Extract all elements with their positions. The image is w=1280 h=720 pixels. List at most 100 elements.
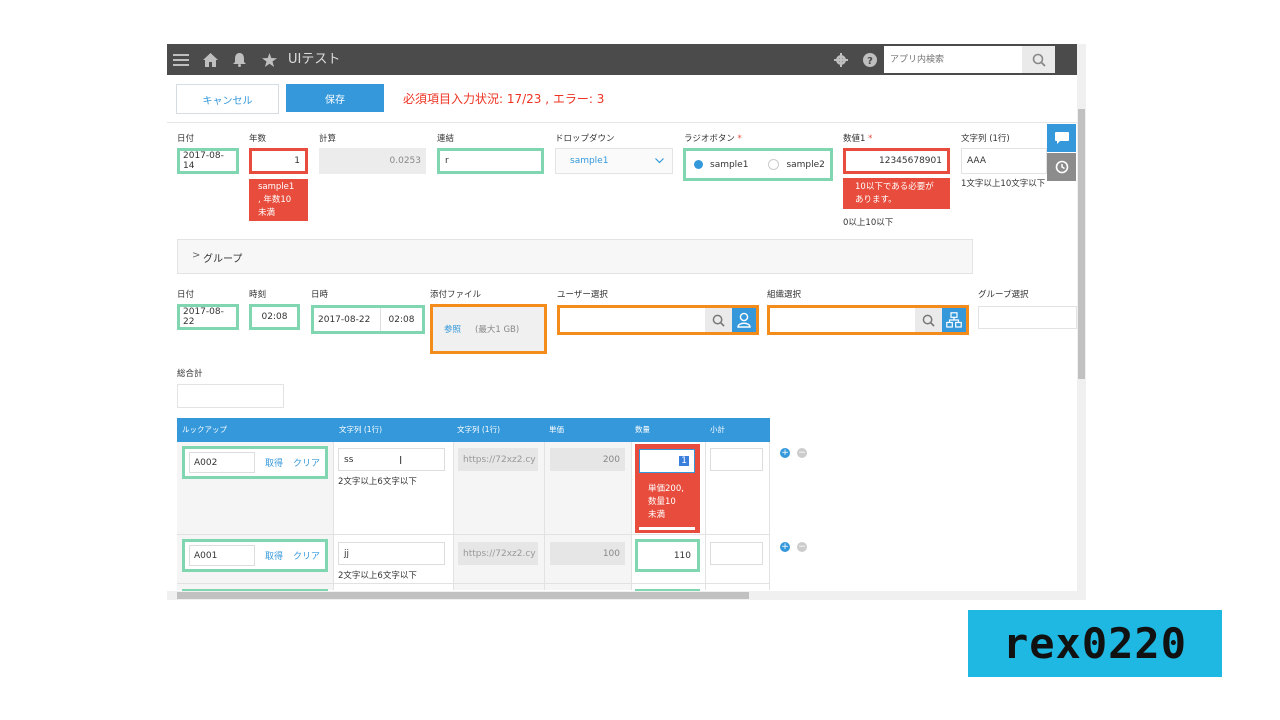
table-row-1-qty-error: 単価200, 数量10 未満 [648, 484, 684, 520]
table-row-1-string1-hint: 2文字以上6文字以下 [338, 477, 417, 487]
subtable-header: ルックアップ 文字列 (1行) 文字列 (1行) 単価 数量 小計 [177, 418, 770, 442]
user-picker-button[interactable] [732, 308, 756, 332]
date-field[interactable]: 2017-08-14 [177, 148, 239, 174]
save-button[interactable]: 保存 [286, 84, 384, 112]
group-label: グループ [203, 254, 243, 265]
datetime-time: 02:08 [388, 314, 415, 325]
link-field[interactable]: r [437, 148, 544, 174]
scrollbar-thumb[interactable] [177, 592, 749, 599]
bell-icon[interactable] [229, 44, 249, 75]
lookup-input[interactable]: A002 [189, 452, 255, 473]
table-row-1-subtotal [710, 448, 763, 471]
radio-option-sample1[interactable]: sample1 [694, 160, 748, 170]
add-row-icon[interactable]: + [780, 542, 790, 552]
search-icon [1032, 53, 1046, 67]
home-icon[interactable] [200, 44, 220, 75]
date2-value: 2017-08-22 [180, 307, 236, 327]
chevron-right-icon: > [192, 250, 201, 261]
search-icon [922, 314, 935, 327]
string-field[interactable]: AAA [961, 148, 1047, 174]
menu-icon[interactable] [171, 44, 191, 75]
string-label: 文字列 (1行) [961, 134, 1010, 144]
group-select-field[interactable] [978, 306, 1077, 329]
org-picker-button[interactable] [942, 308, 966, 332]
lookup-input[interactable]: A001 [189, 545, 255, 566]
lookup-clear-link[interactable]: クリア [293, 549, 320, 562]
dropdown-select[interactable]: sample1 [555, 148, 673, 174]
org-search-button[interactable] [915, 308, 942, 332]
gear-icon[interactable] [832, 44, 850, 75]
horizontal-scrollbar[interactable] [167, 591, 1077, 600]
date-value: 2017-08-14 [180, 151, 236, 171]
app-window: UIテスト ? キャンセル 保存 必須項目入力状況: 17/23 , エラー: … [167, 44, 1086, 600]
scrollbar-thumb[interactable] [1078, 109, 1085, 379]
user-select-input[interactable] [560, 308, 705, 332]
search-button[interactable] [1022, 46, 1055, 73]
comment-icon [1054, 132, 1069, 144]
attach-browse-link[interactable]: 参照 [444, 323, 461, 335]
time-value: 02:08 [252, 307, 297, 327]
num1-value: 12345678901 [846, 151, 947, 171]
table-row-2-string1[interactable]: jj [338, 542, 445, 565]
datetime-field[interactable]: 2017-08-22 02:08 [311, 305, 425, 334]
attach-label: 添付ファイル [430, 290, 482, 300]
remove-row-icon[interactable]: − [797, 542, 807, 552]
user-select-field[interactable] [557, 305, 759, 335]
years-error: sample1 , 年数10 未満 [249, 179, 308, 221]
lookup-get-link[interactable]: 取得 [265, 549, 283, 562]
search-input[interactable] [884, 46, 1022, 73]
table-row-2-string2: https://72xz2.cy [458, 542, 538, 565]
attach-limit: (最大1 GB) [475, 325, 520, 335]
radio-selected-icon [694, 160, 703, 169]
user-select-label: ユーザー選択 [557, 290, 608, 300]
calc-field: 0.0253 [319, 148, 426, 174]
remove-row-icon[interactable]: − [797, 448, 807, 458]
comment-button[interactable] [1047, 124, 1076, 152]
add-row-icon[interactable]: + [780, 448, 790, 458]
table-row-2-qty[interactable]: 110 [635, 539, 700, 572]
history-button[interactable] [1047, 153, 1076, 181]
col-header-string1: 文字列 (1行) [339, 425, 383, 434]
radio-option-sample2[interactable]: sample2 [768, 159, 825, 170]
table-row-2-price: 100 [550, 542, 625, 565]
cancel-button[interactable]: キャンセル [176, 84, 279, 114]
table-row-1-string1[interactable]: ss I [338, 448, 445, 471]
dropdown-value: sample1 [570, 156, 609, 166]
group-section[interactable]: > グループ [177, 239, 973, 274]
text-cursor-icon: I [399, 454, 403, 467]
num1-label: 数値1 * [843, 134, 873, 144]
years-label: 年数 [249, 134, 267, 144]
user-search-button[interactable] [705, 308, 732, 332]
table-row-1-string2: https://72xz2.cy [458, 448, 538, 471]
org-icon [946, 312, 962, 328]
watermark-logo: rex0220 [968, 610, 1222, 677]
lookup-get-link[interactable]: 取得 [265, 456, 283, 469]
link-value: r [440, 151, 541, 171]
years-field[interactable]: 1 [249, 148, 308, 174]
string-hint: 1文字以上10文字以下 [961, 179, 1046, 189]
num1-field[interactable]: 12345678901 [843, 148, 950, 174]
required-status: 必須項目入力状況: 17/23 , エラー: 3 [403, 92, 605, 106]
table-row-1-price: 200 [550, 448, 625, 471]
vertical-scrollbar[interactable] [1077, 44, 1086, 600]
col-header-price: 単価 [549, 425, 564, 434]
time-field[interactable]: 02:08 [249, 304, 300, 330]
attach-field: 参照 (最大1 GB) [430, 304, 547, 354]
app-title: UIテスト [288, 52, 341, 67]
help-icon[interactable]: ? [861, 44, 879, 75]
col-header-subtotal: 小計 [710, 425, 725, 434]
app-header: UIテスト ? [167, 44, 1077, 75]
table-row-1-qty-input[interactable]: 1 [639, 449, 695, 473]
date2-field[interactable]: 2017-08-22 [177, 304, 239, 330]
table-row-1-qty-cell: 1 単価200, 数量10 未満 [635, 444, 700, 533]
dropdown-label: ドロップダウン [555, 134, 615, 144]
app-search [884, 46, 1055, 73]
total-label: 総合計 [177, 369, 203, 379]
org-select-field[interactable] [767, 305, 969, 335]
star-icon[interactable] [259, 44, 279, 75]
org-select-input[interactable] [770, 308, 915, 332]
lookup-clear-link[interactable]: クリア [293, 456, 320, 469]
time-label: 時刻 [249, 290, 267, 300]
years-value: 1 [252, 151, 305, 171]
radio-unselected-icon [768, 159, 780, 170]
